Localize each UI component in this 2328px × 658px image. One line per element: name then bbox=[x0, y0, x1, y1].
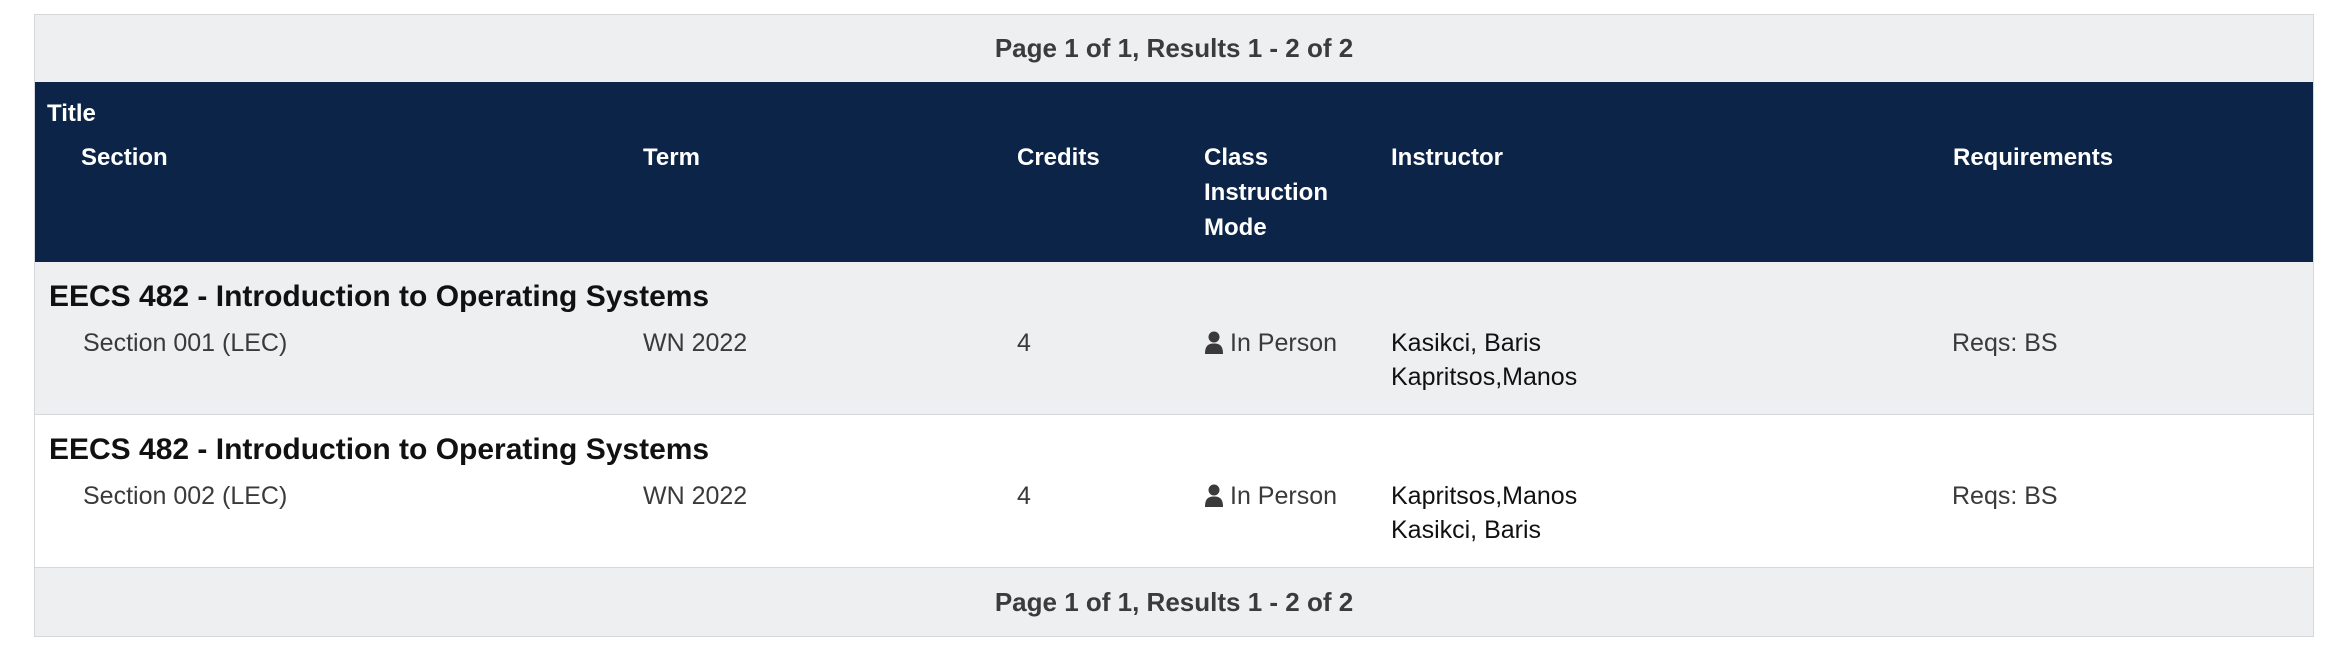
section-cell[interactable]: Section 002 (LEC) bbox=[83, 479, 287, 513]
table-header: Title Section Term Credits Class Instruc… bbox=[35, 82, 2313, 262]
credits-cell: 4 bbox=[1017, 329, 1031, 357]
instructor-name[interactable]: Kapritsos,Manos bbox=[1391, 360, 1577, 394]
header-requirements: Requirements bbox=[1953, 144, 2114, 171]
section-cell[interactable]: Section 001 (LEC) bbox=[83, 326, 287, 360]
credits-cell: 4 bbox=[1017, 482, 1031, 510]
instructor-cell: Kasikci, Baris Kapritsos,Manos bbox=[1391, 326, 1577, 394]
course-row[interactable]: EECS 482 - Introduction to Operating Sys… bbox=[35, 262, 2313, 415]
requirements-cell: Reqs: BS bbox=[1952, 329, 2058, 357]
instructor-cell: Kapritsos,Manos Kasikci, Baris bbox=[1391, 479, 1577, 547]
course-title[interactable]: EECS 482 - Introduction to Operating Sys… bbox=[49, 433, 709, 467]
header-title: Title bbox=[47, 100, 96, 127]
term-cell: WN 2022 bbox=[643, 482, 748, 510]
header-mode-line: Class bbox=[1204, 144, 1269, 171]
requirements-cell: Reqs: BS bbox=[1952, 482, 2058, 510]
instructor-name[interactable]: Kasikci, Baris bbox=[1391, 513, 1577, 547]
header-section: Section bbox=[81, 144, 168, 171]
course-row[interactable]: EECS 482 - Introduction to Operating Sys… bbox=[35, 415, 2313, 568]
person-icon bbox=[1205, 484, 1223, 507]
course-title[interactable]: EECS 482 - Introduction to Operating Sys… bbox=[49, 280, 709, 314]
instruction-mode-label: In Person bbox=[1230, 329, 1338, 357]
instructor-name[interactable]: Kapritsos,Manos bbox=[1391, 479, 1577, 513]
header-instructor: Instructor bbox=[1391, 144, 1504, 171]
header-mode-line: Mode bbox=[1204, 214, 1267, 241]
header-mode-line: Instruction bbox=[1204, 179, 1328, 206]
header-term: Term bbox=[643, 144, 700, 171]
header-credits: Credits bbox=[1017, 144, 1100, 171]
header-class-instruction-mode: Class Instruction Mode bbox=[1204, 140, 1328, 245]
pagination-top: Page 1 of 1, Results 1 - 2 of 2 bbox=[35, 15, 2313, 82]
person-icon bbox=[1205, 331, 1223, 354]
instruction-mode-label: In Person bbox=[1230, 482, 1338, 510]
term-cell: WN 2022 bbox=[643, 329, 748, 357]
instructor-name[interactable]: Kasikci, Baris bbox=[1391, 326, 1577, 360]
pagination-summary: Page 1 of 1, Results 1 - 2 of 2 bbox=[994, 586, 1354, 617]
results-table: Page 1 of 1, Results 1 - 2 of 2 Title Se… bbox=[34, 14, 2314, 637]
instruction-mode-cell: In Person bbox=[1204, 326, 1337, 360]
pagination-summary: Page 1 of 1, Results 1 - 2 of 2 bbox=[994, 33, 1354, 63]
pagination-bottom: Page 1 of 1, Results 1 - 2 of 2 bbox=[35, 568, 2313, 636]
instruction-mode-cell: In Person bbox=[1204, 479, 1337, 513]
